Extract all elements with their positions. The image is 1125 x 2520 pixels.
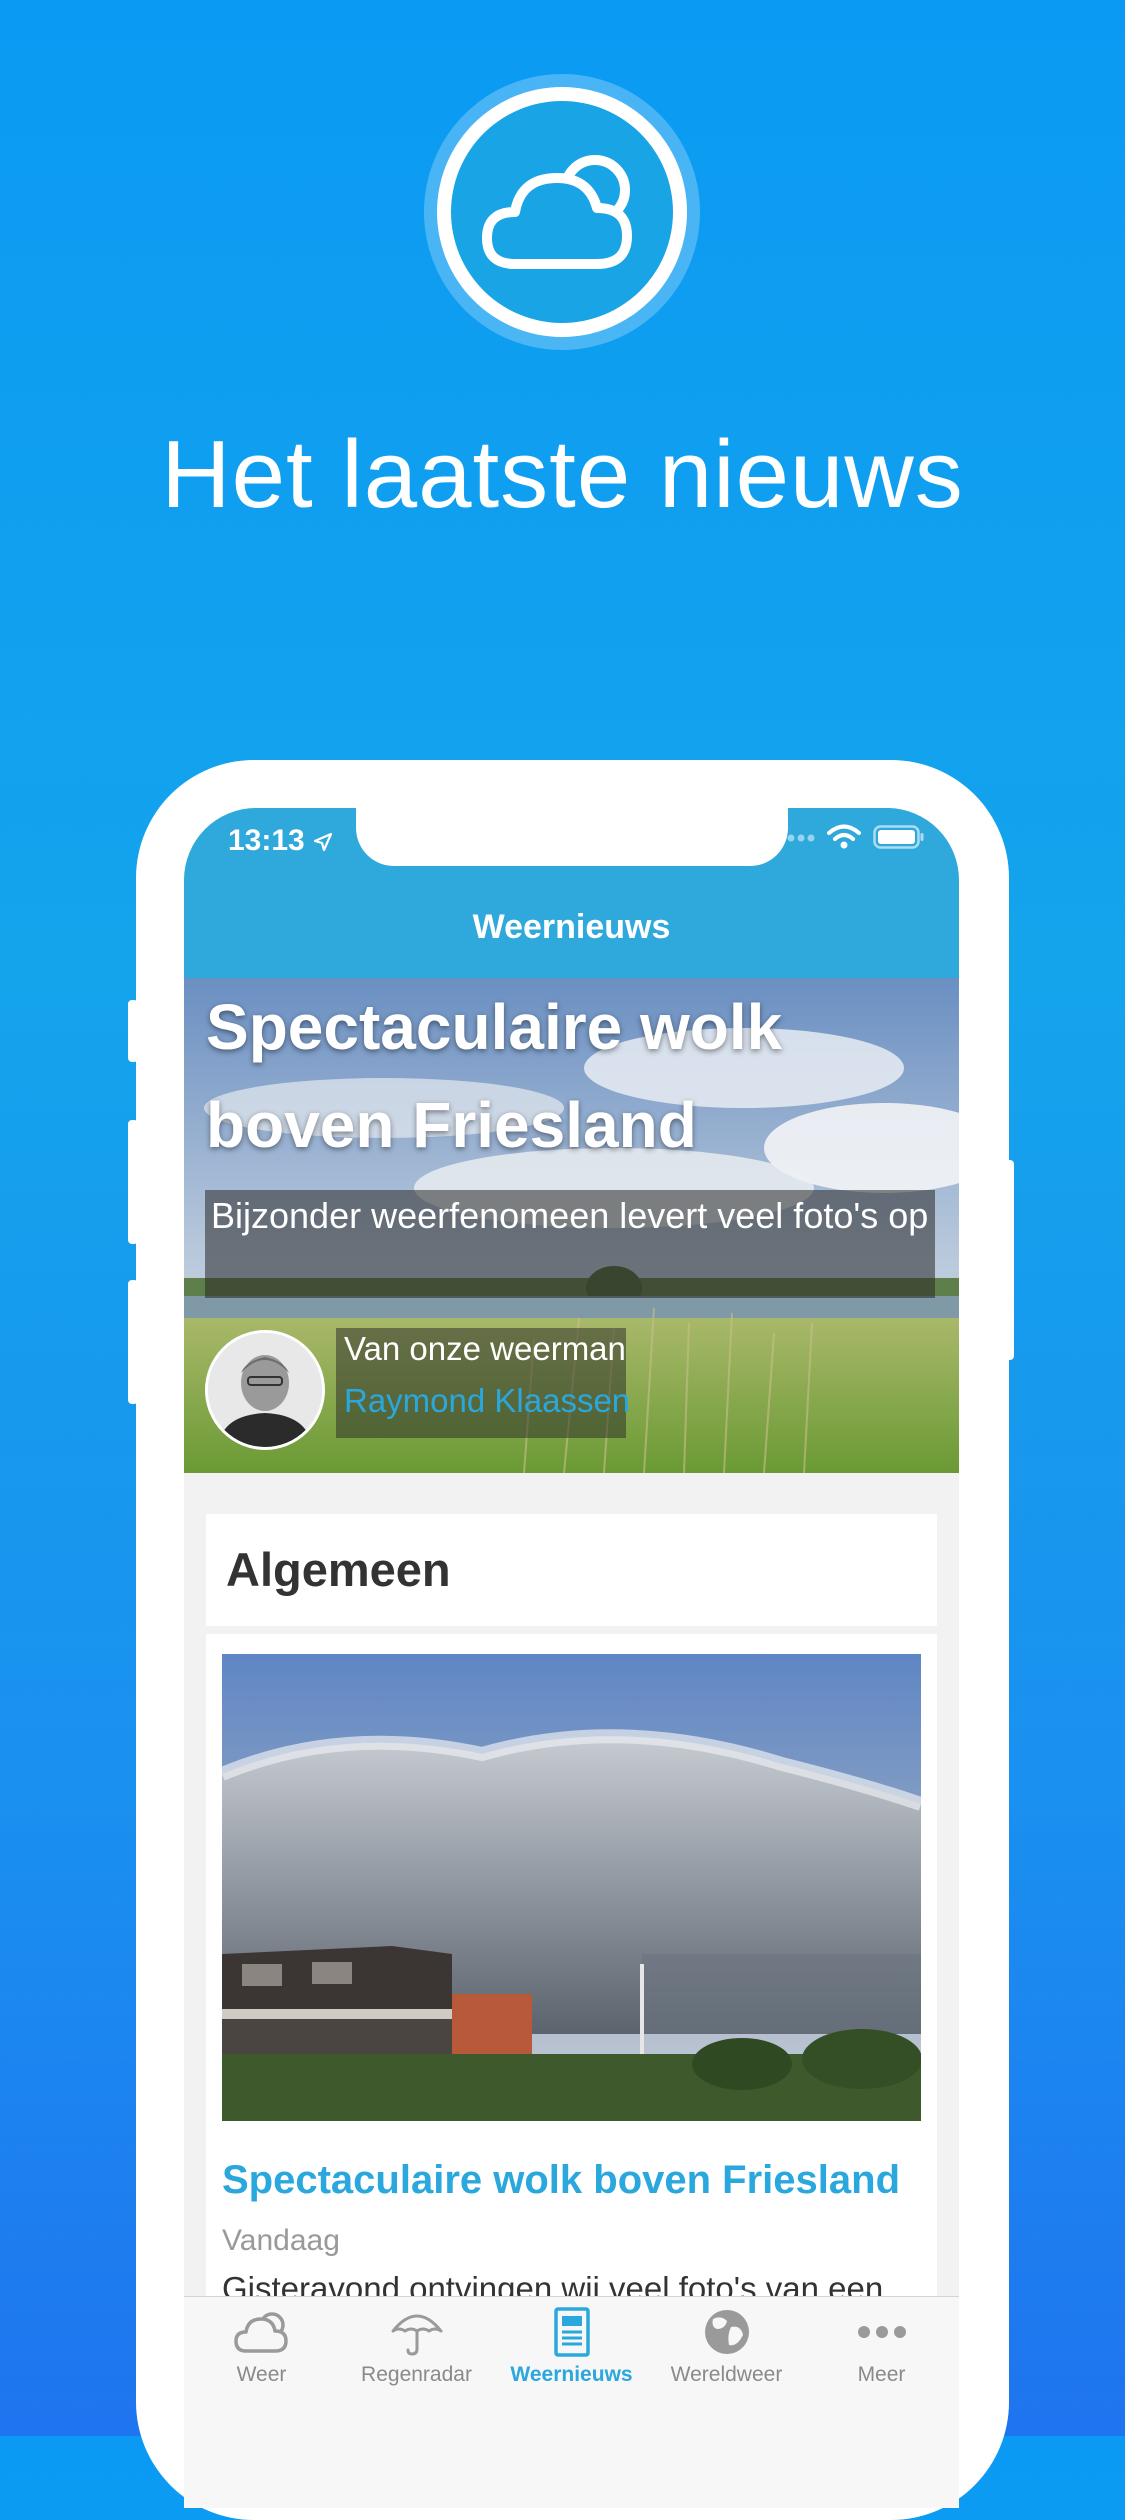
phone-notch [356, 808, 788, 866]
section-title: Algemeen [226, 1543, 451, 1596]
phone-volume-down [128, 1280, 138, 1404]
tab-regenradar[interactable]: Regenradar [339, 2307, 494, 2387]
author-intro: Van onze weerman [344, 1330, 626, 1367]
more-dots-icon [857, 2326, 906, 2338]
author-name-link[interactable]: Raymond Klaassen [344, 1382, 630, 1420]
tab-label: Weernieuws [510, 2363, 633, 2386]
status-time-text: 13:13 [228, 824, 305, 857]
article-date: Vandaag [222, 2224, 340, 2257]
umbrella-icon [391, 2314, 442, 2356]
phone-power-button [1004, 1160, 1014, 1360]
cloud-icon [233, 2312, 288, 2353]
nav-title: Weernieuws [472, 908, 671, 946]
signal-icon [777, 834, 815, 842]
status-time: 13:13 [228, 824, 333, 858]
phone-screen: 13:13 Weernieuws Spectaculaire wolk bove… [184, 808, 959, 2508]
section-header-card: Algemeen [206, 1514, 937, 1626]
promo-headline: Het laatste nieuws [161, 421, 964, 528]
navigation-bar: 13:13 Weernieuws [184, 808, 959, 978]
article-card[interactable]: Spectaculaire wolk boven Friesland Vanda… [206, 1634, 937, 2334]
article-photo [222, 1654, 921, 2121]
tab-wereldweer[interactable]: Wereldweer [649, 2307, 804, 2387]
article-image [222, 1654, 921, 2121]
phone-mute-switch [128, 1000, 138, 1062]
tab-label: Wereldweer [670, 2363, 783, 2386]
tab-meer[interactable]: Meer [804, 2307, 959, 2387]
tab-weer[interactable]: Weer [184, 2307, 339, 2387]
tab-label: Regenradar [361, 2363, 472, 2386]
cloud-sun-icon [482, 155, 632, 269]
wifi-icon [827, 824, 861, 849]
newspaper-icon [553, 2307, 590, 2357]
globe-icon [704, 2310, 749, 2354]
featured-title: Spectaculaire wolk boven Friesland [206, 991, 783, 1161]
featured-article[interactable]: Spectaculaire wolk boven Friesland Bijzo… [184, 978, 959, 1473]
tab-bar: Weer Regenradar Weernieuws Wereldweer Me… [184, 2296, 959, 2508]
status-icons [777, 824, 925, 850]
featured-subtitle: Bijzonder weerfenomeen levert veel foto'… [205, 1190, 935, 1298]
author-avatar [205, 1330, 325, 1450]
location-arrow-icon [313, 832, 333, 852]
app-icon [424, 74, 700, 350]
phone-volume-up [128, 1120, 138, 1244]
author-photo [208, 1333, 322, 1447]
tab-label: Meer [857, 2363, 906, 2386]
tab-label: Weer [236, 2363, 287, 2386]
article-title[interactable]: Spectaculaire wolk boven Friesland [222, 2158, 900, 2203]
tab-weernieuws[interactable]: Weernieuws [494, 2307, 649, 2387]
battery-icon [873, 825, 924, 849]
